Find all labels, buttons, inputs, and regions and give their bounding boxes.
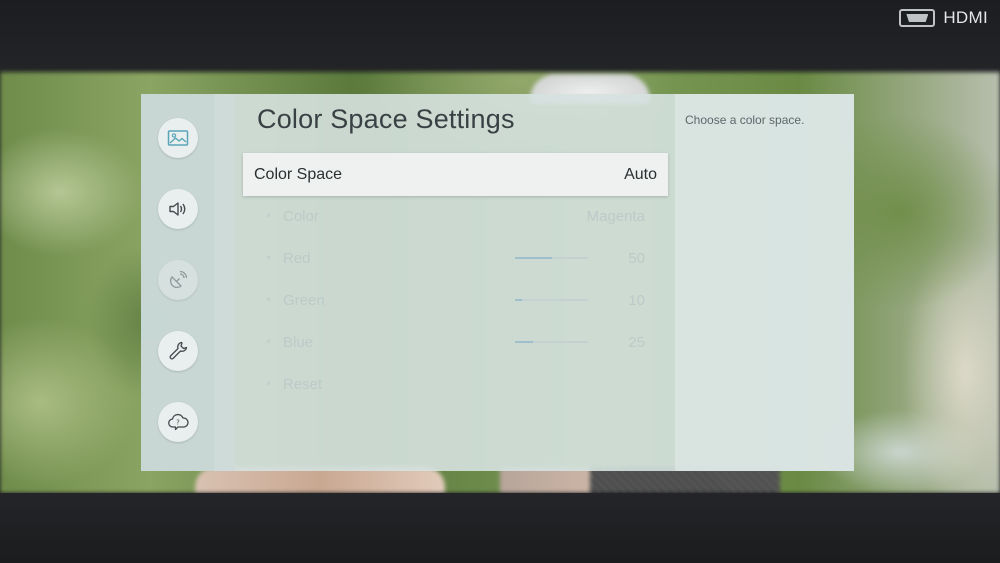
page-title: Color Space Settings: [257, 104, 515, 134]
reset-label: Reset: [283, 375, 323, 393]
help-pane: Choose a color space.: [675, 94, 854, 471]
hdmi-icon: [899, 9, 936, 27]
sound-icon: [169, 202, 186, 216]
broadcast-icon: [169, 270, 188, 289]
color-label: Color: [283, 207, 319, 225]
green-slider-fill: [515, 299, 523, 301]
bullet-icon: •: [265, 251, 273, 265]
panel-divider: [214, 94, 235, 471]
picture-icon: [167, 130, 189, 146]
bullet-icon: •: [265, 335, 273, 349]
red-slider: [515, 257, 588, 259]
input-source-indicator: HDMI: [899, 8, 988, 28]
letterbox-top: [0, 0, 1000, 72]
green-value: 10: [628, 291, 645, 309]
green-row: • Green 10: [265, 285, 645, 315]
color-space-row[interactable]: Color Space Auto: [243, 153, 668, 196]
bullet-icon: •: [265, 293, 273, 307]
color-space-label: Color Space: [254, 165, 343, 183]
sidebar-item-picture[interactable]: [158, 118, 198, 158]
blue-value: 25: [628, 333, 645, 351]
settings-panel: ? Color Space Settings Color Space Auto …: [141, 94, 854, 471]
reset-row: • Reset: [265, 369, 645, 399]
blue-slider-fill: [515, 341, 534, 343]
sidebar-item-general[interactable]: [158, 331, 198, 371]
settings-content: Color Space Settings Color Space Auto • …: [235, 94, 675, 471]
svg-text:?: ?: [176, 419, 180, 427]
bullet-icon: •: [265, 209, 273, 223]
settings-sidebar: ?: [141, 94, 214, 471]
color-row: • Color Magenta: [265, 201, 645, 231]
blue-row: • Blue 25: [265, 327, 645, 357]
green-label: Green: [283, 291, 325, 309]
color-value: Magenta: [586, 207, 645, 225]
green-slider: [515, 299, 588, 301]
sidebar-item-support[interactable]: ?: [158, 402, 198, 442]
bullet-icon: •: [265, 377, 273, 391]
support-icon: ?: [168, 413, 189, 431]
blue-label: Blue: [283, 333, 314, 351]
help-text: Choose a color space.: [685, 113, 805, 127]
letterbox-bottom: [0, 493, 1000, 563]
sidebar-item-sound[interactable]: [158, 189, 198, 229]
red-slider-fill: [515, 257, 552, 259]
input-source-label: HDMI: [943, 8, 988, 27]
red-value: 50: [628, 249, 645, 267]
red-label: Red: [283, 249, 311, 267]
blue-slider: [515, 341, 588, 343]
wrench-icon: [169, 341, 188, 360]
sidebar-item-broadcasting[interactable]: [158, 260, 198, 300]
red-row: • Red 50: [265, 243, 645, 273]
color-space-value: Auto: [624, 165, 657, 183]
